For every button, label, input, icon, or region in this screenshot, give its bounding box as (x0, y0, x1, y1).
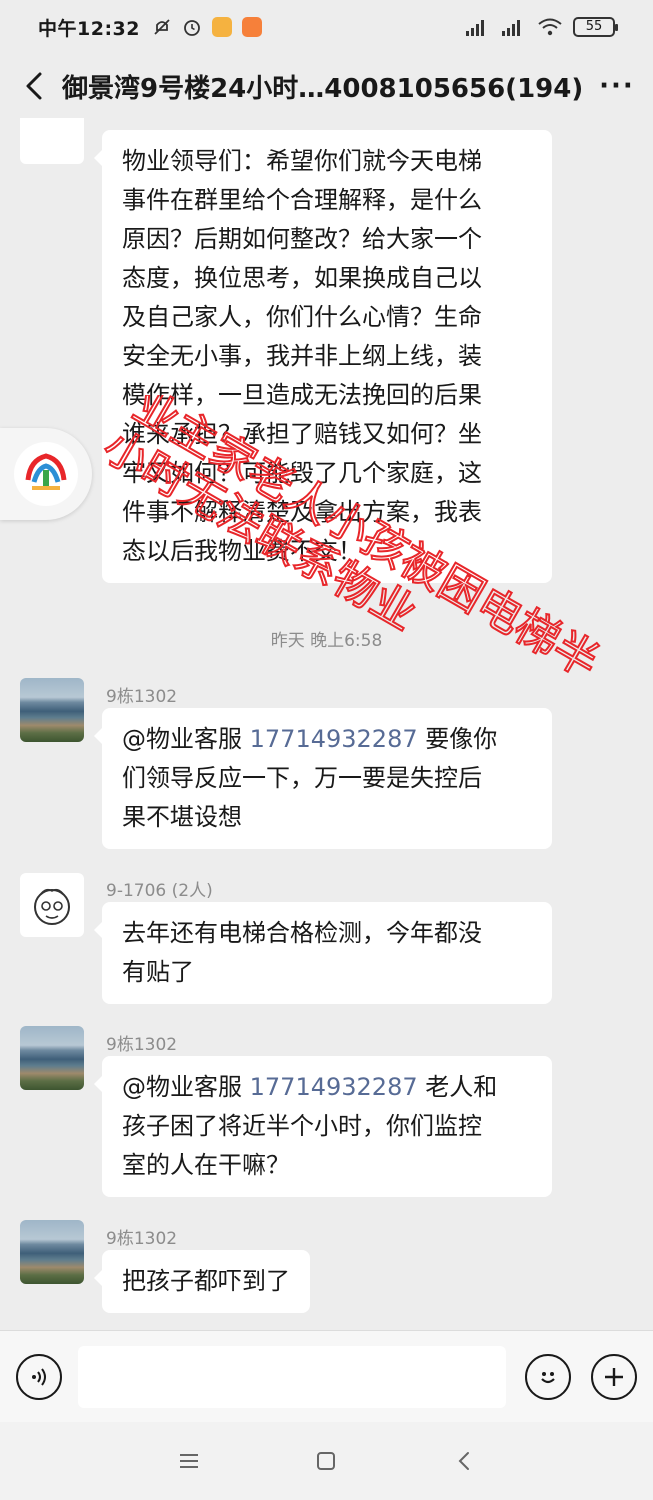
message-text: 去年还有电梯合格检测，今年都没 有贴了 (122, 919, 482, 986)
avatar[interactable] (20, 1220, 84, 1284)
message-bubble[interactable]: 去年还有电梯合格检测，今年都没 有贴了 (94, 902, 552, 1004)
voice-icon (32, 1367, 46, 1386)
sender-name: 9栋1302 (106, 687, 178, 707)
chat-header: 御景湾9号楼24小时…4008105656(194) ··· (0, 54, 653, 118)
message-input[interactable] (78, 1345, 506, 1408)
avatar[interactable] (20, 1026, 84, 1090)
phone-link[interactable]: 17714932287 (250, 1073, 418, 1101)
sender-name: 9栋1302 (106, 1035, 178, 1055)
more-options-button[interactable]: ··· (597, 71, 637, 101)
sender-name: 9栋1302 (106, 1229, 178, 1249)
phone-link[interactable]: 17714932287 (250, 725, 418, 753)
status-notification-icons (152, 17, 262, 37)
mute-icon (154, 19, 170, 35)
message-text: 物业领导们：希望你们就今天电梯 事件在群里给个合理解释，是什么 原因？后期如何整… (122, 147, 482, 565)
city-logo-icon (25, 453, 67, 490)
add-button[interactable] (591, 1353, 637, 1400)
wifi-icon (538, 18, 562, 36)
time-divider: 昨天 晚上6:58 (270, 631, 383, 651)
avatar[interactable] (20, 873, 84, 937)
message-text: 把孩子都吓到了 (122, 1267, 290, 1295)
status-time: 中午12:32 (38, 17, 140, 40)
home-button[interactable] (306, 1441, 346, 1481)
input-bar (0, 1330, 653, 1422)
system-nav-bar (0, 1422, 653, 1500)
plus-icon (605, 1367, 623, 1386)
status-right: 55 (465, 17, 618, 37)
emoji-button[interactable] (525, 1353, 571, 1400)
message-bubble[interactable]: 把孩子都吓到了 (94, 1250, 310, 1313)
sender-name: 9-1706 (2人) (106, 881, 213, 901)
nav-back-button[interactable] (444, 1441, 484, 1481)
cartoon-face-icon (34, 888, 70, 925)
signal-icon (466, 20, 484, 36)
shopping-app-icon (241, 17, 262, 37)
mention: @物业客服 (122, 1073, 242, 1101)
chat-message-list[interactable]: 物业领导们：希望你们就今天电梯 事件在群里给个合理解释，是什么 原因？后期如何整… (0, 118, 653, 1330)
avatar[interactable] (20, 678, 84, 742)
chat-title: 御景湾9号楼24小时…4008105656(194) (62, 73, 584, 104)
message-bubble[interactable]: @物业客服 17714932287 要像你 们领导反应一下，万一要是失控后 果不… (94, 708, 552, 849)
status-bar: 中午12:32 55 (0, 0, 653, 54)
back-arrow-icon (26, 72, 42, 100)
notes-app-icon (211, 17, 232, 37)
voice-button[interactable] (16, 1353, 62, 1400)
floating-widget[interactable] (0, 428, 92, 520)
message-bubble[interactable]: 物业领导们：希望你们就今天电梯 事件在群里给个合理解释，是什么 原因？后期如何整… (94, 130, 552, 583)
emoji-icon (541, 1371, 555, 1383)
menu-icon (179, 1454, 198, 1468)
back-button[interactable] (16, 64, 52, 108)
floating-app-logo (14, 442, 78, 506)
home-square-icon (317, 1452, 336, 1470)
message-bubble[interactable]: @物业客服 17714932287 老人和 孩子困了将近半个小时，你们监控 室的… (94, 1056, 552, 1197)
menu-button[interactable] (169, 1441, 209, 1481)
alarm-icon (184, 20, 200, 36)
nav-back-icon (458, 1452, 470, 1470)
mention: @物业客服 (122, 725, 242, 753)
input-actions (525, 1353, 637, 1400)
signal-hd-icon (502, 20, 520, 36)
battery-icon: 55 (573, 17, 618, 37)
avatar[interactable] (20, 118, 84, 164)
